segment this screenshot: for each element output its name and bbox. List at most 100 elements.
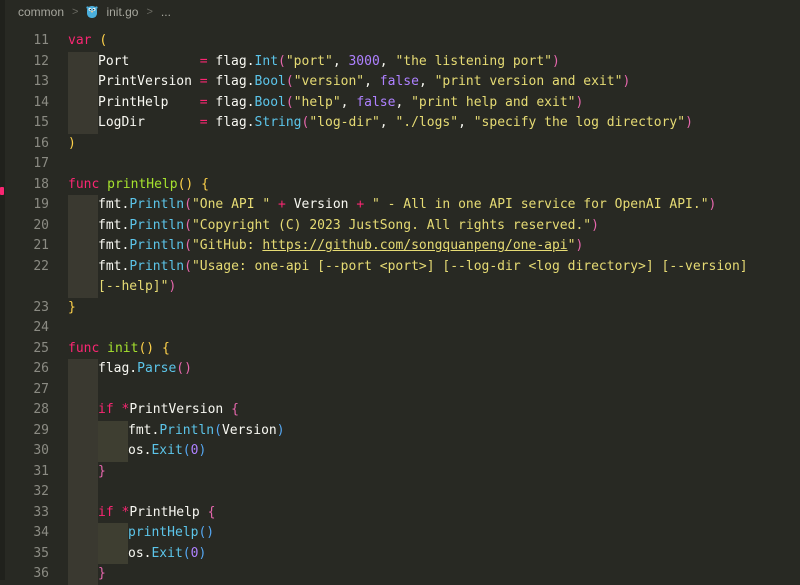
code-token: , <box>419 74 435 89</box>
line-number: 28 <box>0 400 49 421</box>
code-text: var ( <box>49 31 107 52</box>
code-token: , <box>364 74 380 89</box>
code-text: PrintVersion = flag.Bool("version", fals… <box>49 72 630 93</box>
code-text <box>49 482 98 503</box>
code-line[interactable]: 12Port = flag.Int("port", 3000, "the lis… <box>0 52 800 73</box>
code-token: Println <box>129 197 184 212</box>
code-line[interactable]: 13PrintVersion = flag.Bool("version", fa… <box>0 72 800 93</box>
code-line[interactable]: [--help]") <box>0 277 800 298</box>
code-token: , <box>333 54 349 69</box>
indent-guide-highlight <box>68 216 98 237</box>
code-token <box>223 402 231 417</box>
code-token: , <box>380 115 396 130</box>
code-line[interactable]: 21fmt.Println("GitHub: https://github.co… <box>0 236 800 257</box>
code-token: "version" <box>294 74 364 89</box>
code-token: printHelp <box>128 525 198 540</box>
breadcrumb-file[interactable]: init.go <box>106 5 138 19</box>
breadcrumb-folder[interactable]: common <box>18 5 64 19</box>
chevron-right-icon: > <box>72 6 78 18</box>
code-line[interactable]: 32 <box>0 482 800 503</box>
code-token: = <box>200 74 208 89</box>
code-line[interactable]: 35os.Exit(0) <box>0 544 800 565</box>
code-token: "print help and exit" <box>411 95 575 110</box>
code-token: } <box>68 300 76 315</box>
code-token: fmt. <box>98 238 129 253</box>
code-line[interactable]: 26flag.Parse() <box>0 359 800 380</box>
code-line[interactable]: 30os.Exit(0) <box>0 441 800 462</box>
code-line[interactable]: 15LogDir = flag.String("log-dir", "./log… <box>0 113 800 134</box>
code-text: if *PrintVersion { <box>49 400 239 421</box>
code-token: " - All in one API service for OpenAI AP… <box>372 197 709 212</box>
code-text: fmt.Println("GitHub: https://github.com/… <box>49 236 583 257</box>
code-token: + <box>278 197 286 212</box>
code-line[interactable]: 22fmt.Println("Usage: one-api [--port <p… <box>0 257 800 278</box>
line-number: 30 <box>0 441 49 462</box>
code-token: func <box>68 177 99 192</box>
code-text: fmt.Println(Version) <box>49 421 285 442</box>
code-token: = <box>200 95 208 110</box>
line-number: 27 <box>0 380 49 401</box>
code-token: ) <box>622 74 630 89</box>
code-text: } <box>49 564 106 585</box>
line-number: 33 <box>0 503 49 524</box>
code-token: = <box>200 54 208 69</box>
code-token <box>193 177 201 192</box>
code-text: } <box>49 298 76 319</box>
breadcrumb-more[interactable]: ... <box>161 5 171 19</box>
code-text: func printHelp() { <box>49 175 209 196</box>
code-token: PrintHelp <box>129 505 199 520</box>
code-token: ) <box>68 136 76 151</box>
code-token: () <box>198 525 214 540</box>
code-token: "GitHub: <box>192 238 262 253</box>
code-line[interactable]: 33if *PrintHelp { <box>0 503 800 524</box>
indent-guide-highlight <box>68 564 98 585</box>
indent-guide-highlight <box>68 523 98 544</box>
code-line[interactable]: 14PrintHelp = flag.Bool("help", false, "… <box>0 93 800 114</box>
code-line[interactable]: 18func printHelp() { <box>0 175 800 196</box>
line-number: 34 <box>0 523 49 544</box>
code-token: "Copyright (C) 2023 JustSong. All rights… <box>192 218 591 233</box>
code-line[interactable]: 34 printHelp() <box>0 523 800 544</box>
code-token: ( <box>278 54 286 69</box>
code-token: ) <box>198 443 206 458</box>
code-line[interactable]: 17 <box>0 154 800 175</box>
code-text: fmt.Println("One API " + Version + " - A… <box>49 195 716 216</box>
breadcrumb: common > init.go > ... <box>0 0 800 24</box>
code-line[interactable]: 24 <box>0 318 800 339</box>
code-line[interactable]: 27 <box>0 380 800 401</box>
code-line[interactable]: 25func init() { <box>0 339 800 360</box>
code-token: PrintHelp <box>98 95 200 110</box>
link-url[interactable]: https://github.com/songquanpeng/one-api <box>262 238 567 253</box>
indent-guide-highlight <box>68 72 98 93</box>
code-line[interactable]: 28if *PrintVersion { <box>0 400 800 421</box>
code-token: Bool <box>255 74 286 89</box>
code-line[interactable]: 23} <box>0 298 800 319</box>
code-token <box>286 197 294 212</box>
code-line[interactable]: 20fmt.Println("Copyright (C) 2023 JustSo… <box>0 216 800 237</box>
code-token: Exit <box>151 546 182 561</box>
code-token: ( <box>214 423 222 438</box>
code-token: if <box>98 402 114 417</box>
code-token: ) <box>575 95 583 110</box>
code-line[interactable]: 29fmt.Println(Version) <box>0 421 800 442</box>
code-token <box>270 197 278 212</box>
code-token: String <box>255 115 302 130</box>
indent-guide-highlight <box>68 544 98 565</box>
code-token: "specify the log directory" <box>474 115 685 130</box>
code-token: ( <box>184 238 192 253</box>
code-area[interactable]: 11var (12Port = flag.Int("port", 3000, "… <box>0 24 800 585</box>
indent-guide-highlight <box>98 441 128 462</box>
code-token: ( <box>183 443 191 458</box>
code-text: [--help]") <box>49 277 176 298</box>
code-token: "Usage: one-api [--port <port>] [--log-d… <box>192 259 748 274</box>
code-line[interactable]: 16) <box>0 134 800 155</box>
code-token: var <box>68 33 91 48</box>
code-line[interactable]: 19fmt.Println("One API " + Version + " -… <box>0 195 800 216</box>
indent-guide-highlight <box>68 52 98 73</box>
line-number: 31 <box>0 462 49 483</box>
line-number: 36 <box>0 564 49 585</box>
code-line[interactable]: 36} <box>0 564 800 585</box>
code-token: "help" <box>294 95 341 110</box>
code-line[interactable]: 11var ( <box>0 31 800 52</box>
code-line[interactable]: 31} <box>0 462 800 483</box>
